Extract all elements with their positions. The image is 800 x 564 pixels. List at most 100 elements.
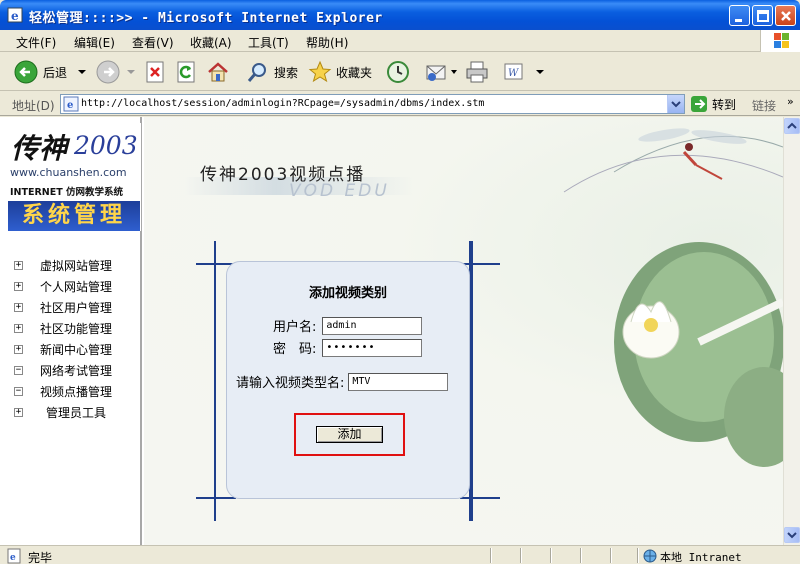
- maximize-button[interactable]: [752, 5, 773, 26]
- ie-app-icon: e: [7, 7, 23, 23]
- address-dropdown-button[interactable]: [667, 95, 684, 113]
- minimize-button[interactable]: [729, 5, 750, 26]
- svg-text:e: e: [10, 553, 16, 563]
- page-icon: e: [63, 96, 79, 112]
- minimize-icon: [735, 19, 742, 22]
- add-category-form: 添加视频类别 用户名: 密 码: 请输入视频类型名:: [226, 261, 470, 499]
- password-input[interactable]: [322, 338, 423, 357]
- windows-logo-area: [760, 30, 800, 52]
- brand-logo: 传神 2003 www.chuanshen.com INTERNET 仿网教学系…: [8, 123, 141, 231]
- sidebar-item-label[interactable]: 网络考试管理: [40, 362, 112, 379]
- sidebar-item-label[interactable]: 个人网站管理: [40, 278, 112, 295]
- menu-edit[interactable]: 编辑(E): [74, 34, 115, 51]
- status-divider: [550, 548, 552, 563]
- printer-icon: [466, 61, 488, 83]
- sidebar-item-label[interactable]: 新闻中心管理: [40, 341, 112, 358]
- search-button[interactable]: 搜索: [246, 59, 298, 85]
- sidebar-nav: + 虚拟网站管理 + 个人网站管理 + 社区用户管理 + 社区功能管理 + 新闻…: [14, 255, 112, 423]
- status-divider: [637, 548, 639, 563]
- username-row: 用户名:: [273, 316, 423, 335]
- links-chevron-icon[interactable]: »: [787, 95, 794, 108]
- expand-toggle[interactable]: +: [14, 345, 23, 354]
- mail-dropdown-icon[interactable]: [449, 67, 459, 77]
- category-row: 请输入视频类型名:: [236, 372, 449, 391]
- status-divider: [490, 548, 492, 563]
- favorites-label: 收藏夹: [336, 65, 373, 80]
- sidebar: 传神 2003 www.chuanshen.com INTERNET 仿网教学系…: [0, 117, 142, 545]
- forward-arrow-icon: [96, 60, 120, 84]
- vertical-scrollbar[interactable]: [783, 117, 800, 545]
- collapse-toggle[interactable]: −: [14, 387, 23, 396]
- back-button[interactable]: 后退: [14, 59, 89, 85]
- address-label: 地址(D): [12, 99, 55, 113]
- history-button[interactable]: [385, 59, 411, 85]
- windows-flag-icon: [774, 33, 789, 48]
- sidebar-item-label[interactable]: 虚拟网站管理: [40, 257, 112, 274]
- expand-toggle[interactable]: +: [14, 261, 23, 270]
- menu-tools[interactable]: 工具(T): [248, 34, 289, 51]
- word-icon: W: [504, 63, 523, 80]
- password-label: 密 码:: [273, 342, 317, 357]
- category-input[interactable]: [348, 372, 449, 391]
- sidebar-item-personal-site[interactable]: + 个人网站管理: [14, 276, 112, 297]
- add-button[interactable]: 添加: [316, 426, 383, 443]
- menu-help[interactable]: 帮助(H): [306, 34, 348, 51]
- username-input[interactable]: [322, 316, 423, 335]
- star-icon: [308, 60, 332, 83]
- sidebar-item-online-exam[interactable]: − 网络考试管理: [14, 360, 112, 381]
- back-dropdown-icon[interactable]: [75, 67, 89, 77]
- title-bar: e 轻松管理::::>> - Microsoft Internet Explor…: [0, 0, 800, 30]
- forward-button[interactable]: [96, 59, 138, 85]
- expand-toggle[interactable]: +: [14, 324, 23, 333]
- go-button[interactable]: 转到: [690, 95, 736, 113]
- menu-file[interactable]: 文件(F): [16, 34, 56, 51]
- expand-toggle[interactable]: +: [14, 408, 23, 417]
- refresh-icon: [177, 61, 195, 83]
- sidebar-item-label[interactable]: 社区功能管理: [40, 320, 112, 337]
- home-button[interactable]: [206, 59, 230, 85]
- sidebar-item-virtual-site[interactable]: + 虚拟网站管理: [14, 255, 112, 276]
- menu-favorites[interactable]: 收藏(A): [190, 34, 232, 51]
- password-row: 密 码:: [273, 338, 423, 357]
- menu-view[interactable]: 查看(V): [132, 34, 174, 51]
- form-title: 添加视频类别: [308, 286, 387, 301]
- status-bar: e 完毕 本地 Intranet: [0, 545, 800, 564]
- address-input[interactable]: e http://localhost/session/adminlogin?RC…: [60, 94, 685, 114]
- search-icon: [247, 63, 266, 82]
- main-area: 传神2003视频点播 VOD EDU 添加视频类别 用户名: 密 码: 请输入视…: [144, 117, 783, 545]
- scroll-up-button[interactable]: [784, 118, 800, 134]
- edit-word-button[interactable]: W: [503, 59, 547, 85]
- sidebar-item-label[interactable]: 视频点播管理: [40, 383, 112, 400]
- status-text: 完毕: [28, 551, 53, 564]
- chevron-down-icon: [787, 532, 797, 539]
- mail-button[interactable]: [425, 59, 459, 85]
- address-bar: 地址(D) e http://localhost/session/adminlo…: [0, 92, 800, 116]
- status-divider: [610, 548, 612, 563]
- sidebar-item-community-features[interactable]: + 社区功能管理: [14, 318, 112, 339]
- sidebar-item-admin-tools[interactable]: + 管理员工具: [14, 402, 112, 423]
- sidebar-item-news-center[interactable]: + 新闻中心管理: [14, 339, 112, 360]
- refresh-button[interactable]: [176, 59, 196, 85]
- go-label: 转到: [712, 97, 737, 112]
- mail-icon: [426, 65, 446, 81]
- status-divider: [520, 548, 522, 563]
- stop-button[interactable]: [145, 59, 165, 85]
- sidebar-item-community-users[interactable]: + 社区用户管理: [14, 297, 112, 318]
- favorites-button[interactable]: 收藏夹: [308, 59, 372, 85]
- sidebar-item-vod[interactable]: − 视频点播管理: [14, 381, 112, 402]
- expand-toggle[interactable]: +: [14, 282, 23, 291]
- sidebar-item-label[interactable]: 社区用户管理: [40, 299, 112, 316]
- brand-url: www.chuanshen.com: [10, 166, 127, 179]
- sidebar-item-label[interactable]: 管理员工具: [46, 404, 106, 421]
- toolbar: 后退 搜索 收藏夹 W: [0, 53, 800, 91]
- scroll-down-button[interactable]: [784, 527, 800, 543]
- forward-dropdown-icon[interactable]: [124, 67, 138, 77]
- edit-dropdown-icon[interactable]: [533, 67, 547, 77]
- intranet-zone-icon: [643, 549, 657, 563]
- collapse-toggle[interactable]: −: [14, 366, 23, 375]
- print-button[interactable]: [464, 59, 490, 85]
- menu-bar: 文件(F) 编辑(E) 查看(V) 收藏(A) 工具(T) 帮助(H): [0, 30, 800, 52]
- expand-toggle[interactable]: +: [14, 303, 23, 312]
- links-button[interactable]: 链接: [752, 97, 776, 114]
- close-button[interactable]: [775, 5, 796, 26]
